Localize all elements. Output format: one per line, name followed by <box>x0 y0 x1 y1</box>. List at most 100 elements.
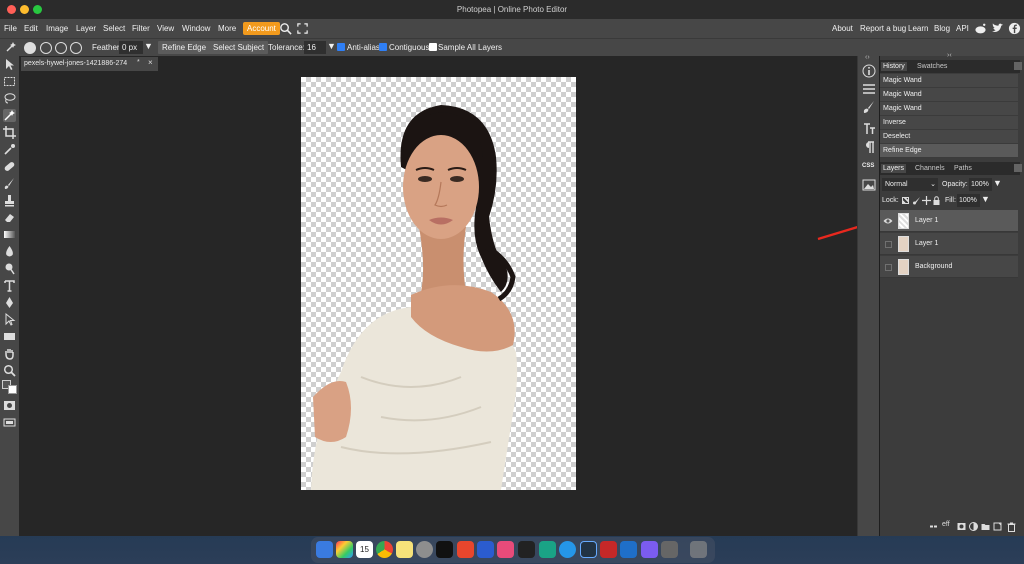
paragraph-icon[interactable] <box>862 140 876 154</box>
calculator-app-icon[interactable] <box>661 541 678 558</box>
contiguous-checkbox[interactable] <box>379 43 387 51</box>
add-selection-mode-icon[interactable] <box>40 42 52 54</box>
history-item[interactable]: Deselect <box>880 130 1018 144</box>
twitter-icon[interactable] <box>991 22 1004 35</box>
menu-window[interactable]: Window <box>182 24 210 33</box>
lock-all-icon[interactable] <box>932 196 941 205</box>
calendar-app-icon[interactable]: 15 <box>356 541 373 558</box>
menu-about[interactable]: About <box>832 24 853 33</box>
dodge-tool-icon[interactable] <box>3 262 16 275</box>
css-panel-button[interactable]: CSS <box>862 163 874 169</box>
collapse-strip-icon[interactable]: ‹› <box>865 54 870 61</box>
menu-filter[interactable]: Filter <box>132 24 150 33</box>
blend-mode-select[interactable]: Normal ⌄ <box>882 178 938 191</box>
zoom-tool-icon[interactable] <box>3 364 16 377</box>
opacity-input[interactable]: 100% <box>969 178 992 191</box>
marquee-tool-icon[interactable] <box>3 75 16 88</box>
reddit-icon[interactable] <box>974 22 987 35</box>
system-preferences-app-icon[interactable] <box>416 541 433 558</box>
fill-input[interactable]: 100% <box>957 194 980 207</box>
image-panel-icon[interactable] <box>862 178 876 192</box>
hand-tool-icon[interactable] <box>3 347 16 360</box>
finder-app-icon[interactable] <box>316 541 333 558</box>
crop-tool-icon[interactable] <box>3 126 16 139</box>
vscode-app-icon[interactable] <box>620 541 637 558</box>
app-icon[interactable] <box>518 541 535 558</box>
tolerance-dropdown-icon[interactable]: ▼ <box>327 41 336 51</box>
sample-all-layers-checkbox[interactable] <box>429 43 437 51</box>
menu-view[interactable]: View <box>157 24 174 33</box>
gradient-tool-icon[interactable] <box>3 228 16 241</box>
opacity-dropdown-icon[interactable]: ▼ <box>993 178 1002 188</box>
app-icon[interactable] <box>559 541 576 558</box>
menu-api[interactable]: API <box>956 24 969 33</box>
quick-mask-icon[interactable] <box>3 399 16 412</box>
feather-input[interactable]: 0 px <box>119 41 143 54</box>
pen-tool-icon[interactable] <box>3 296 16 309</box>
app-icon[interactable] <box>497 541 514 558</box>
app-icon[interactable] <box>457 541 474 558</box>
move-tool-icon[interactable] <box>3 58 16 71</box>
trash-app-icon[interactable] <box>690 541 707 558</box>
refine-edge-button[interactable]: Refine Edge <box>158 41 211 54</box>
collapse-panels-icon[interactable]: ›‹ <box>947 52 952 59</box>
document-canvas[interactable] <box>301 77 576 490</box>
tab-channels[interactable]: Channels <box>913 164 947 173</box>
character-icon[interactable] <box>862 122 876 136</box>
type-tool-icon[interactable] <box>3 279 16 292</box>
app-icon[interactable] <box>580 541 597 558</box>
path-select-tool-icon[interactable] <box>3 313 16 326</box>
delete-layer-icon[interactable] <box>1007 522 1016 532</box>
app-icon[interactable] <box>600 541 617 558</box>
history-item[interactable]: Magic Wand <box>880 88 1018 102</box>
fullscreen-icon[interactable] <box>296 22 309 35</box>
fill-dropdown-icon[interactable]: ▼ <box>981 194 990 204</box>
layer-row[interactable]: Background <box>880 256 1018 278</box>
tolerance-input[interactable]: 16 <box>304 41 326 54</box>
tab-swatches[interactable]: Swatches <box>915 62 949 71</box>
new-layer-icon[interactable] <box>993 522 1002 531</box>
menu-file[interactable]: File <box>4 24 17 33</box>
app-icon[interactable] <box>477 541 494 558</box>
subtract-selection-mode-icon[interactable] <box>55 42 67 54</box>
layer-mask-icon[interactable] <box>957 522 966 531</box>
history-panel-menu-icon[interactable] <box>1014 62 1022 70</box>
magic-wand-tool-icon[interactable] <box>5 41 17 53</box>
layer-visibility-toggle[interactable] <box>885 264 892 271</box>
eye-visibility-icon[interactable] <box>883 217 893 225</box>
layers-panel-menu-icon[interactable] <box>1014 164 1022 172</box>
healing-brush-tool-icon[interactable] <box>3 160 16 173</box>
brush-tool-icon[interactable] <box>3 177 16 190</box>
new-selection-mode-icon[interactable] <box>24 42 36 54</box>
layer-visibility-toggle[interactable] <box>885 241 892 248</box>
menu-report-bug[interactable]: Report a bug <box>860 24 906 33</box>
eraser-tool-icon[interactable] <box>3 211 16 224</box>
tab-layers[interactable]: Layers <box>881 164 907 173</box>
lock-transparency-icon[interactable] <box>902 197 909 204</box>
layer-effects-icon[interactable]: eff <box>942 521 950 528</box>
clone-stamp-tool-icon[interactable] <box>3 194 16 207</box>
history-item[interactable]: Inverse <box>880 116 1018 130</box>
layer-row[interactable]: Layer 1 <box>880 233 1018 255</box>
layer-row[interactable]: Layer 1 <box>880 210 1018 232</box>
blur-tool-icon[interactable] <box>3 245 16 258</box>
app-icon[interactable] <box>641 541 658 558</box>
tab-paths[interactable]: Paths <box>952 164 974 173</box>
tab-history[interactable]: History <box>881 62 907 71</box>
link-layers-icon[interactable] <box>929 522 938 531</box>
menu-edit[interactable]: Edit <box>24 24 38 33</box>
menu-blog[interactable]: Blog <box>934 24 950 33</box>
menu-select[interactable]: Select <box>103 24 125 33</box>
menu-learn[interactable]: Learn <box>908 24 928 33</box>
lasso-tool-icon[interactable] <box>3 92 16 105</box>
menu-layer[interactable]: Layer <box>76 24 96 33</box>
notes-app-icon[interactable] <box>396 541 413 558</box>
magic-wand-tool-icon[interactable] <box>3 109 16 122</box>
intersect-selection-mode-icon[interactable] <box>70 42 82 54</box>
lock-pixels-icon[interactable] <box>912 196 921 205</box>
search-icon[interactable] <box>279 22 292 35</box>
screen-mode-icon[interactable] <box>3 416 16 429</box>
select-subject-button[interactable]: Select Subject <box>209 41 269 54</box>
history-item[interactable]: Magic Wand <box>880 102 1018 116</box>
close-document-icon[interactable]: × <box>148 58 153 67</box>
